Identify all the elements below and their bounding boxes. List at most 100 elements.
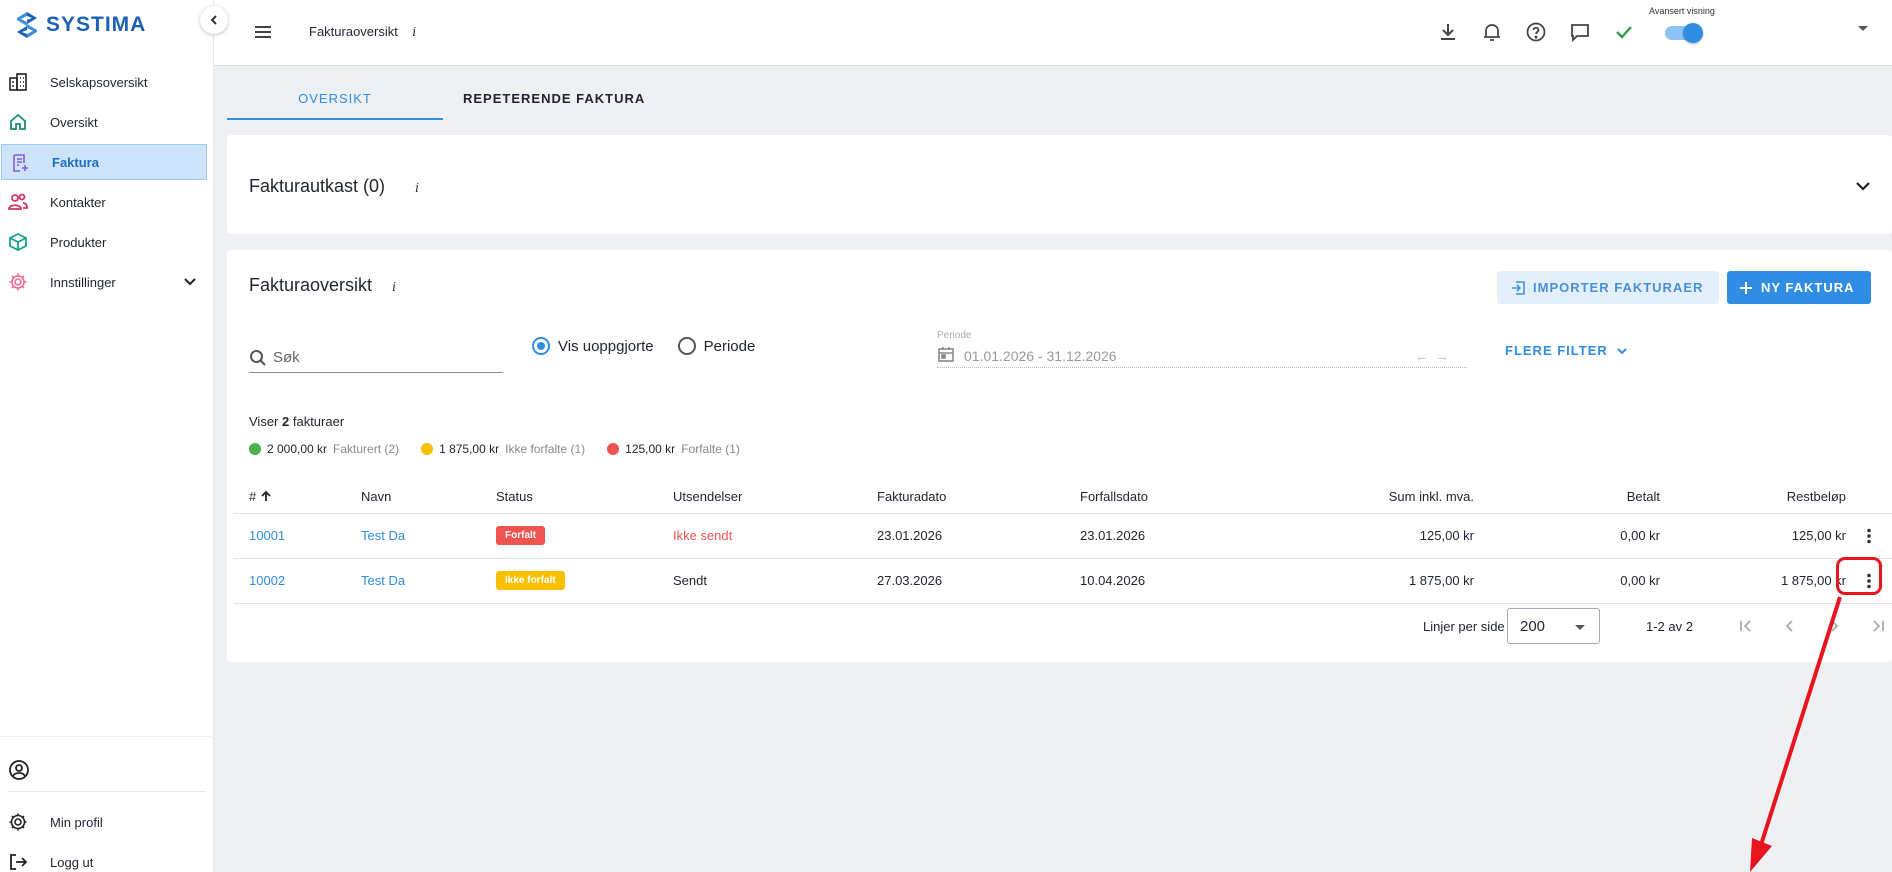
drafts-title-text: Fakturautkast (0) (249, 176, 386, 196)
radio-vis-uoppgjorte[interactable]: Vis uoppgjorte (532, 337, 654, 355)
table-header-row: # Navn Status Utsendelser Fakturadato Fo… (234, 480, 1892, 514)
sending-status: Sendt (673, 558, 877, 604)
sidebar-item-label: Oversikt (50, 114, 98, 130)
gear-icon (9, 813, 27, 831)
column-header-forfallsdato[interactable]: Forfallsdato (1080, 480, 1333, 514)
sidebar-item-oversikt[interactable]: Oversikt (0, 104, 214, 140)
column-header-number[interactable]: # (249, 480, 361, 514)
new-invoice-button[interactable]: NY FAKTURA (1727, 271, 1871, 304)
arrow-left-icon[interactable]: ← (1415, 348, 1435, 364)
chevron-left-icon (210, 15, 217, 25)
sidebar-item-label: Selskapsoversikt (50, 74, 148, 90)
last-page-icon[interactable] (1869, 617, 1887, 635)
period-field[interactable]: Periode 01.01.2026 - 31.12.2026 ←→ (937, 330, 1467, 368)
previous-page-icon[interactable] (1781, 617, 1799, 635)
customer-name-link[interactable]: Test Da (361, 573, 405, 588)
check-icon[interactable] (1613, 21, 1635, 43)
user-menu-caret-icon[interactable] (1858, 26, 1868, 31)
import-icon (1512, 280, 1525, 295)
column-label: # (249, 488, 257, 504)
pagination: Linjer per side 200 1-2 av 2 (227, 608, 1892, 644)
column-header-navn[interactable]: Navn (361, 480, 496, 514)
status-badge: Ikke forfalt (496, 571, 565, 590)
period-arrows[interactable]: ←→ (1415, 348, 1455, 364)
collapse-sidebar-button[interactable] (200, 6, 228, 34)
first-page-icon[interactable] (1737, 617, 1755, 635)
legend-overdue: 125,00 kr Forfalte (1) (607, 442, 740, 456)
column-header-betalt[interactable]: Betalt (1474, 480, 1660, 514)
sidebar-item-label: Min profil (50, 814, 103, 830)
sidebar-item-innstillinger[interactable]: Innstillinger (0, 264, 214, 300)
sort-arrow-up-icon[interactable] (260, 490, 272, 502)
drafts-card[interactable]: Fakturautkast (0) i (227, 135, 1892, 234)
more-vertical-icon[interactable] (1860, 527, 1878, 545)
chat-icon[interactable] (1569, 21, 1591, 43)
import-invoices-button[interactable]: IMPORTER FAKTURAER (1497, 271, 1720, 304)
column-header-status[interactable]: Status (496, 480, 673, 514)
advanced-view-toggle[interactable]: Avansert visning (1649, 6, 1715, 43)
customer-name-link[interactable]: Test Da (361, 528, 405, 543)
download-icon[interactable] (1437, 21, 1459, 43)
yellow-dot-icon (421, 443, 434, 455)
invoice-date: 27.03.2026 (877, 558, 1080, 604)
red-dot-icon (607, 443, 620, 455)
invoice-date: 23.01.2026 (877, 513, 1080, 559)
column-header-restbelop[interactable]: Restbeløp (1660, 480, 1846, 514)
column-header-sum[interactable]: Sum inkl. mva. (1333, 480, 1474, 514)
rows-per-page-select[interactable]: 200 (1507, 608, 1600, 644)
sidebar-item-selskapsoversikt[interactable]: Selskapsoversikt (0, 64, 214, 100)
drafts-title: Fakturautkast (0) i (249, 176, 419, 197)
radio-checked-icon (532, 337, 550, 355)
sidebar-item-produkter[interactable]: Produkter (0, 224, 214, 260)
sidebar: SYSTIMA Selskapsoversikt Oversikt Faktur… (0, 0, 214, 872)
invoice-number-link[interactable]: 10001 (249, 528, 285, 543)
remaining-amount: 125,00 kr (1660, 513, 1846, 559)
search-input[interactable] (273, 349, 473, 366)
tab-oversikt[interactable]: OVERSIKT (227, 82, 443, 120)
search-field[interactable] (249, 343, 503, 373)
green-dot-icon (249, 443, 261, 455)
sidebar-nav: Selskapsoversikt Oversikt Faktura Kontak… (0, 64, 214, 304)
sidebar-item-kontakter[interactable]: Kontakter (0, 184, 214, 220)
sidebar-item-faktura[interactable]: Faktura (1, 144, 207, 180)
arrow-right-icon[interactable]: → (1435, 348, 1455, 364)
invoice-count: Viser 2 fakturaer (249, 414, 344, 429)
sidebar-item-label: Logg ut (50, 854, 94, 870)
toggle-label: Avansert visning (1649, 6, 1715, 16)
chevron-down-icon[interactable] (1854, 177, 1872, 195)
remaining-amount: 1 875,00 kr (1660, 558, 1846, 604)
plus-icon (1740, 281, 1752, 294)
radio-periode[interactable]: Periode (677, 337, 755, 355)
legend-not-due: 1 875,00 kr Ikke forfalte (1) (421, 442, 585, 456)
logo[interactable]: SYSTIMA (14, 10, 146, 40)
chevron-down-icon (184, 278, 196, 286)
toggle-switch[interactable] (1665, 23, 1703, 43)
sum-amount: 125,00 kr (1333, 513, 1474, 559)
more-filters-label: FLERE FILTER (1505, 343, 1608, 358)
column-header-utsendelser[interactable]: Utsendelser (673, 480, 877, 514)
invoice-overview-card: Fakturaoversikt i IMPORTER FAKTURAER NY … (227, 250, 1892, 662)
topbar: Fakturaoversikt i Avansert visning (214, 0, 1892, 66)
topbar-actions: Avansert visning (214, 0, 1892, 66)
user-avatar-icon[interactable] (8, 759, 30, 781)
legend-amount: 125,00 kr (625, 442, 676, 456)
tab-repeterende-faktura[interactable]: REPETERENDE FAKTURA (443, 82, 665, 120)
info-icon[interactable]: i (392, 280, 396, 294)
legend-invoiced: 2 000,00 kr Fakturert (2) (249, 442, 399, 456)
table-row[interactable]: 10002 Test Da Ikke forfalt Sendt 27.03.2… (234, 558, 1892, 604)
sidebar-item-min-profil[interactable]: Min profil (0, 807, 214, 837)
info-icon[interactable]: i (415, 181, 419, 195)
help-icon[interactable] (1525, 21, 1547, 43)
calendar-icon (938, 347, 954, 362)
table-row[interactable]: 10001 Test Da Forfalt Ikke sendt 23.01.2… (234, 513, 1892, 559)
more-filters-button[interactable]: FLERE FILTER (1505, 343, 1628, 358)
notification-bell-icon[interactable] (1481, 21, 1503, 43)
sidebar-item-logg-ut[interactable]: Logg ut (0, 847, 214, 872)
column-header-fakturadato[interactable]: Fakturadato (877, 480, 1080, 514)
tab-bar: OVERSIKT REPETERENDE FAKTURA (227, 82, 665, 120)
invoice-number-link[interactable]: 10002 (249, 573, 285, 588)
next-page-icon[interactable] (1825, 617, 1843, 635)
systima-logo-icon (17, 12, 37, 38)
period-value: 01.01.2026 - 31.12.2026 (964, 348, 1117, 364)
legend-label: Ikke forfalte (1) (505, 442, 586, 456)
